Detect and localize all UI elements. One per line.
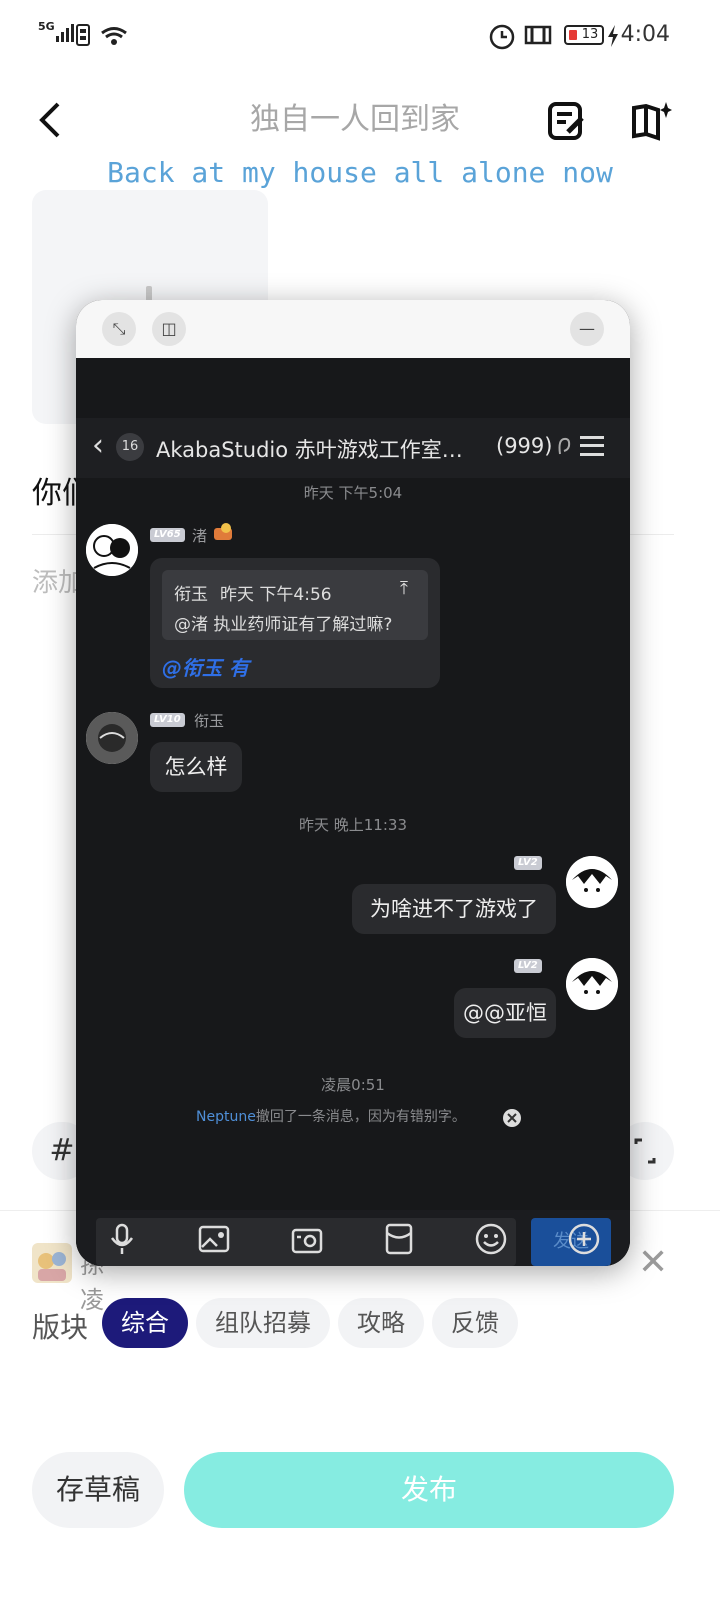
lyric-overlay: Back at my house all alone now bbox=[107, 156, 613, 189]
image-icon[interactable] bbox=[197, 1222, 231, 1256]
timestamp: 昨天 晚上11:33 bbox=[299, 816, 407, 834]
recall-notice: Neptune撤回了一条消息，因为有错别字。 bbox=[196, 1106, 466, 1126]
page-title: 独自一人回到家 bbox=[250, 102, 460, 137]
level-badge: LV65 bbox=[150, 528, 185, 542]
emoji-icon[interactable] bbox=[474, 1222, 508, 1256]
timestamp: 昨天 下午5:04 bbox=[303, 484, 403, 502]
chat-toolbar bbox=[76, 1212, 630, 1266]
avatar[interactable] bbox=[566, 856, 618, 908]
quote-text: @渚 执业药师证有了解过嘛? bbox=[174, 615, 393, 635]
charging-icon bbox=[608, 25, 618, 47]
chat-back-icon[interactable]: ‹ bbox=[92, 428, 104, 463]
floating-window[interactable]: ⤡ ◫ — ‹ 16 AkabaStudio 赤叶游戏工作室… (999) 昨天… bbox=[76, 300, 630, 1266]
unread-badge: 16 bbox=[116, 433, 144, 461]
sender-nick: 衔玉 bbox=[194, 712, 225, 730]
group-name: AkabaStudio 赤叶游戏工作室… bbox=[156, 438, 463, 462]
board-chip-team[interactable]: 组队招募 bbox=[196, 1298, 330, 1348]
split-icon: ◫ bbox=[161, 319, 177, 338]
game-tag[interactable]: 孫凌 bbox=[32, 1243, 104, 1314]
plus-icon[interactable] bbox=[567, 1222, 601, 1256]
timestamp: 凌晨0:51 bbox=[321, 1076, 385, 1094]
quote-time: 昨天 下午4:56 bbox=[220, 585, 332, 605]
resize-icon: ⤡ bbox=[112, 319, 126, 338]
back-icon bbox=[39, 102, 60, 138]
close-icon: ✕ bbox=[638, 1242, 669, 1283]
split-button[interactable]: ◫ bbox=[152, 312, 186, 346]
battery-icon: 13 bbox=[564, 25, 604, 45]
board-label: 版块 bbox=[32, 1311, 89, 1344]
save-draft-button[interactable]: 存草稿 bbox=[32, 1452, 164, 1528]
avatar[interactable] bbox=[86, 524, 138, 576]
quoted-message[interactable]: 衔玉 昨天 下午4:56 ⤒ @渚 执业药师证有了解过嘛? bbox=[162, 570, 428, 640]
level-badge: LV2 bbox=[514, 856, 542, 870]
board-chip-general[interactable]: 综合 bbox=[102, 1298, 188, 1348]
board-chip-guide[interactable]: 攻略 bbox=[338, 1298, 424, 1348]
publish-button[interactable]: 发布 bbox=[184, 1452, 674, 1528]
sim-icon bbox=[76, 24, 90, 46]
signal-icon bbox=[56, 24, 74, 42]
message-bubble[interactable]: 为啥进不了游戏了 bbox=[352, 884, 556, 934]
level-badge: LV2 bbox=[514, 959, 542, 973]
battery-level: 13 bbox=[581, 27, 599, 42]
microphone-icon[interactable] bbox=[105, 1222, 139, 1256]
fullscreen-button[interactable]: ⤡ bbox=[102, 312, 136, 346]
vibrate-icon bbox=[524, 25, 552, 45]
book-sparkle-icon[interactable] bbox=[630, 100, 672, 142]
recall-user[interactable]: Neptune bbox=[196, 1109, 256, 1125]
avatar[interactable] bbox=[566, 958, 618, 1010]
dismiss-icon[interactable] bbox=[502, 1108, 522, 1128]
member-count: (999) bbox=[496, 434, 553, 458]
red-packet-icon[interactable] bbox=[382, 1222, 416, 1256]
back-button[interactable] bbox=[36, 100, 76, 144]
avatar[interactable] bbox=[86, 712, 138, 764]
board-chip-feedback[interactable]: 反馈 bbox=[432, 1298, 518, 1348]
message-bubble[interactable]: 怎么样 bbox=[150, 742, 242, 792]
title-badge-icon bbox=[214, 523, 232, 540]
clock: 4:04 bbox=[620, 22, 670, 47]
level-badge: LV10 bbox=[150, 713, 185, 727]
minimize-icon: — bbox=[579, 319, 595, 338]
remove-game-button[interactable]: ✕ bbox=[638, 1242, 668, 1283]
mention-text[interactable]: @衔玉 有 bbox=[162, 652, 249, 681]
game-avatar bbox=[32, 1243, 72, 1283]
chat-screen: ‹ 16 AkabaStudio 赤叶游戏工作室… (999) 昨天 下午5:0… bbox=[76, 358, 630, 1266]
minimize-button[interactable]: — bbox=[570, 312, 604, 346]
alarm-icon bbox=[489, 24, 515, 50]
sender-nick: 渚 bbox=[192, 527, 208, 545]
floating-window-bar[interactable]: ⤡ ◫ — bbox=[76, 300, 630, 358]
menu-icon[interactable] bbox=[580, 436, 604, 456]
edit-note-icon[interactable] bbox=[546, 100, 588, 142]
wifi-icon bbox=[101, 27, 127, 45]
message-bubble[interactable]: @@亚恒 bbox=[454, 988, 556, 1038]
chat-header: ‹ 16 AkabaStudio 赤叶游戏工作室… (999) bbox=[76, 418, 630, 478]
network-label: 5G bbox=[38, 20, 55, 33]
recall-text: 撤回了一条消息，因为有错别字。 bbox=[255, 1109, 466, 1125]
camera-icon[interactable] bbox=[290, 1222, 324, 1256]
ear-icon[interactable] bbox=[556, 436, 572, 460]
quote-author: 衔玉 bbox=[174, 585, 208, 605]
message-bubble[interactable]: 衔玉 昨天 下午4:56 ⤒ @渚 执业药师证有了解过嘛? @衔玉 有 bbox=[150, 558, 440, 688]
status-bar: 5G 13 4:04 bbox=[0, 0, 720, 70]
jump-to-quote-icon[interactable]: ⤒ bbox=[400, 578, 408, 599]
